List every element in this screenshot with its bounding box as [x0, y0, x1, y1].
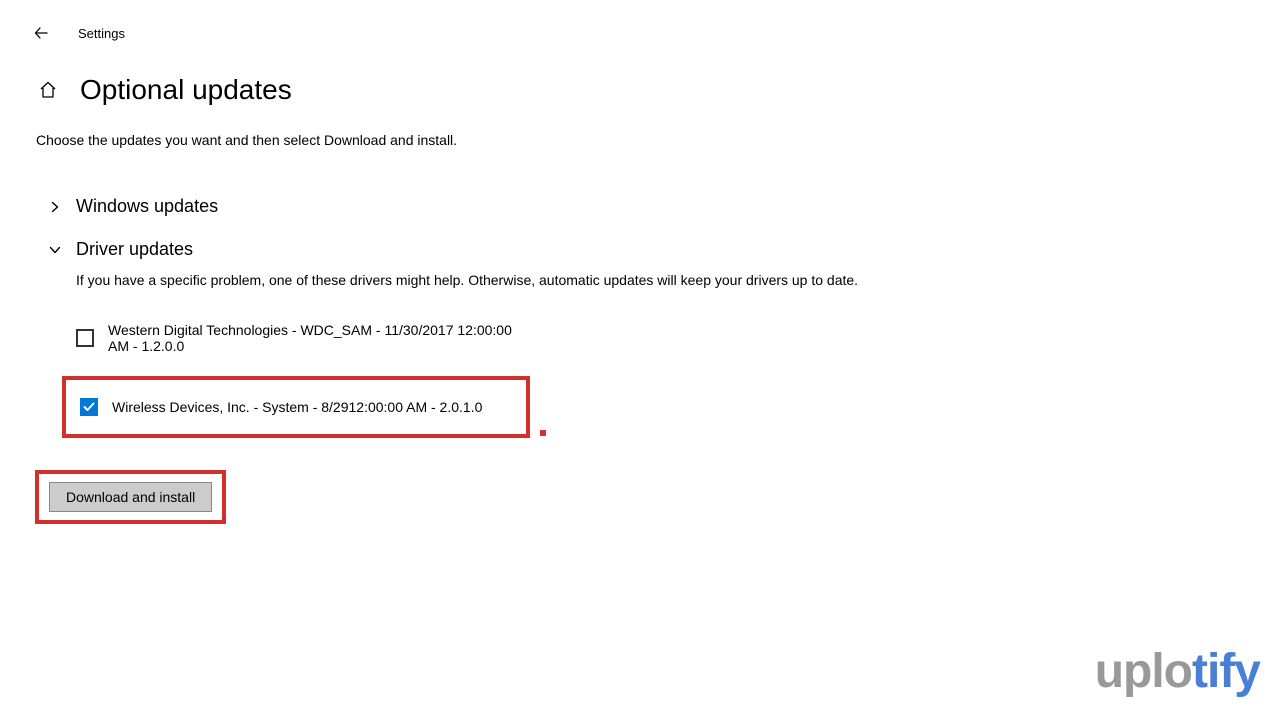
update-label: Western Digital Technologies - WDC_SAM -… — [108, 322, 516, 354]
update-item[interactable]: Western Digital Technologies - WDC_SAM -… — [62, 312, 530, 364]
annotation-dot — [540, 430, 546, 436]
update-label: Wireless Devices, Inc. - System - 8/2912… — [112, 399, 482, 415]
watermark: uplotify — [1095, 644, 1260, 699]
chevron-right-icon — [48, 200, 62, 214]
back-arrow-icon — [33, 24, 51, 42]
checkbox-unchecked[interactable] — [76, 329, 94, 347]
download-install-highlight: Download and install — [35, 470, 226, 524]
section-title-windows: Windows updates — [76, 196, 218, 217]
app-label: Settings — [78, 26, 125, 41]
section-title-drivers: Driver updates — [76, 239, 193, 260]
section-windows-updates[interactable]: Windows updates — [36, 190, 1280, 223]
page-title: Optional updates — [80, 74, 292, 106]
page-subtitle: Choose the updates you want and then sel… — [36, 132, 1280, 148]
back-button[interactable] — [30, 21, 54, 45]
download-install-button[interactable]: Download and install — [49, 482, 212, 512]
checkbox-checked[interactable] — [80, 398, 98, 416]
home-icon[interactable] — [36, 78, 60, 102]
section-driver-updates[interactable]: Driver updates — [36, 233, 1280, 266]
chevron-down-icon — [48, 243, 62, 257]
update-item-highlighted[interactable]: Wireless Devices, Inc. - System - 8/2912… — [62, 376, 530, 438]
driver-updates-description: If you have a specific problem, one of t… — [76, 272, 1280, 288]
checkmark-icon — [82, 400, 96, 414]
